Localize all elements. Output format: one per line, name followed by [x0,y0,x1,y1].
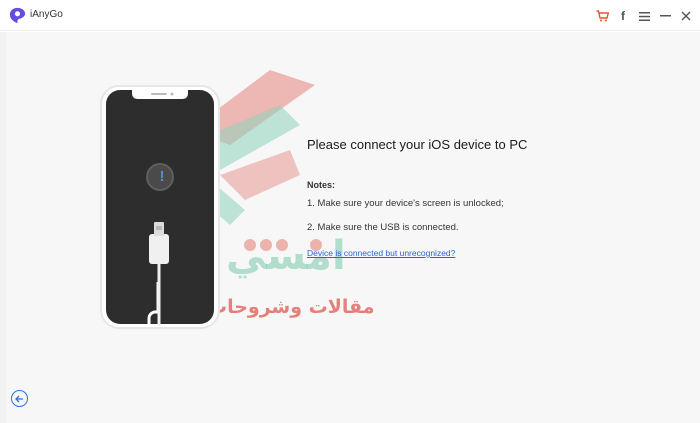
close-icon[interactable] [678,8,694,24]
app-title: iAnyGo [30,9,63,20]
note-item: 1. Make sure your device's screen is unl… [307,198,504,209]
cart-icon[interactable] [594,8,610,24]
phone-illustration [100,85,220,329]
note-item: 2. Make sure the USB is connected. [307,222,459,233]
notes-title: Notes: [307,180,336,190]
alert-icon: ! [159,168,165,185]
device-unrecognized-link[interactable]: Device is connected but unrecognized? [307,248,455,258]
title-bar: iAnyGo f [0,0,700,31]
minimize-icon[interactable] [657,8,673,24]
app-logo-icon [9,7,26,24]
back-button[interactable] [11,390,28,407]
arrow-left-icon [15,395,23,402]
left-edge [0,32,6,423]
menu-icon[interactable] [636,8,652,24]
facebook-icon[interactable]: f [615,8,631,24]
page-heading: Please connect your iOS device to PC [307,137,528,152]
watermark-subtext: مقالات وشروحات [208,296,375,318]
